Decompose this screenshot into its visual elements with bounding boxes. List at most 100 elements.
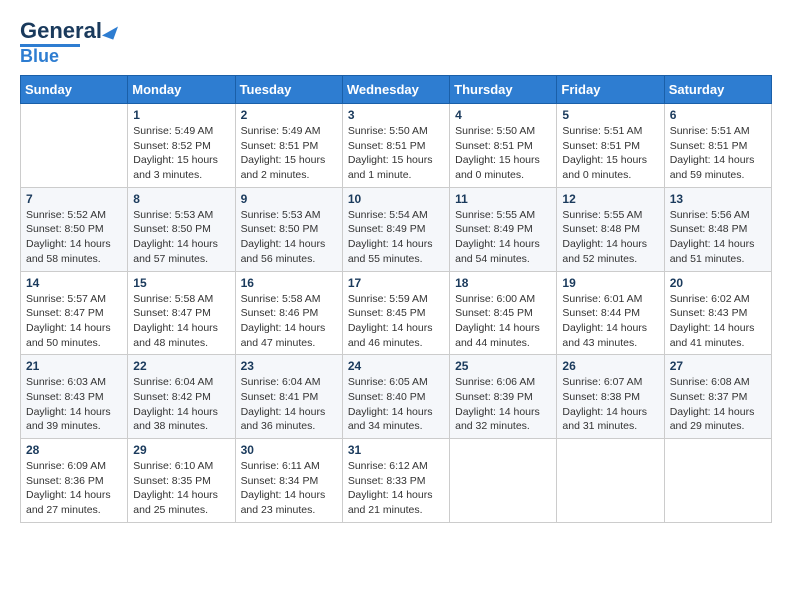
day-number: 14 (26, 276, 122, 290)
day-info: Sunrise: 5:57 AM Sunset: 8:47 PM Dayligh… (26, 292, 122, 351)
calendar-cell: 15Sunrise: 5:58 AM Sunset: 8:47 PM Dayli… (128, 271, 235, 355)
weekday-header-thursday: Thursday (450, 76, 557, 104)
day-number: 21 (26, 359, 122, 373)
weekday-header-wednesday: Wednesday (342, 76, 449, 104)
day-info: Sunrise: 6:00 AM Sunset: 8:45 PM Dayligh… (455, 292, 551, 351)
day-number: 29 (133, 443, 229, 457)
day-number: 25 (455, 359, 551, 373)
day-info: Sunrise: 5:58 AM Sunset: 8:46 PM Dayligh… (241, 292, 337, 351)
calendar-cell: 26 Sunrise: 6:07 AM Sunset: 8:38 PM Dayli… (557, 355, 664, 439)
calendar-cell: 14 Sunrise: 5:57 AM Sunset: 8:47 PM Dayli… (21, 271, 128, 355)
day-number: 11 (455, 192, 551, 206)
calendar-cell: 31 Sunrise: 6:12 AM Sunset: 8:33 PM Dayli… (342, 439, 449, 523)
day-info: Sunrise: 5:53 AM Sunset: 8:50 PM Dayligh… (241, 208, 337, 267)
day-info: Sunrise: 5:51 AM Sunset: 8:51 PM Dayligh… (670, 124, 766, 183)
logo-blue: Blue (20, 47, 59, 65)
day-number: 18 (455, 276, 551, 290)
calendar-cell: 9Sunrise: 5:53 AM Sunset: 8:50 PM Daylig… (235, 187, 342, 271)
day-number: 20 (670, 276, 766, 290)
week-row-1: 1 Sunrise: 5:49 AM Sunset: 8:52 PM Daylig… (21, 104, 772, 188)
logo-general: General (20, 20, 102, 42)
calendar-cell: 7 Sunrise: 5:52 AM Sunset: 8:50 PM Daylig… (21, 187, 128, 271)
day-info: Sunrise: 6:09 AM Sunset: 8:36 PM Dayligh… (26, 459, 122, 518)
calendar-cell: 27 Sunrise: 6:08 AM Sunset: 8:37 PM Dayli… (664, 355, 771, 439)
day-info: Sunrise: 5:54 AM Sunset: 8:49 PM Dayligh… (348, 208, 444, 267)
day-info: Sunrise: 6:10 AM Sunset: 8:35 PM Dayligh… (133, 459, 229, 518)
calendar-cell (557, 439, 664, 523)
week-row-5: 28Sunrise: 6:09 AM Sunset: 8:36 PM Dayli… (21, 439, 772, 523)
day-info: Sunrise: 6:11 AM Sunset: 8:34 PM Dayligh… (241, 459, 337, 518)
day-info: Sunrise: 5:55 AM Sunset: 8:48 PM Dayligh… (562, 208, 658, 267)
calendar-cell: 16 Sunrise: 5:58 AM Sunset: 8:46 PM Dayli… (235, 271, 342, 355)
calendar-cell: 6 Sunrise: 5:51 AM Sunset: 8:51 PM Daylig… (664, 104, 771, 188)
calendar-cell: 30 Sunrise: 6:11 AM Sunset: 8:34 PM Dayli… (235, 439, 342, 523)
day-info: Sunrise: 6:02 AM Sunset: 8:43 PM Dayligh… (670, 292, 766, 351)
calendar-cell: 29 Sunrise: 6:10 AM Sunset: 8:35 PM Dayli… (128, 439, 235, 523)
day-info: Sunrise: 5:49 AM Sunset: 8:51 PM Dayligh… (241, 124, 337, 183)
day-info: Sunrise: 5:53 AM Sunset: 8:50 PM Dayligh… (133, 208, 229, 267)
day-info: Sunrise: 5:58 AM Sunset: 8:47 PM Dayligh… (133, 292, 229, 351)
day-number: 30 (241, 443, 337, 457)
calendar-cell: 20 Sunrise: 6:02 AM Sunset: 8:43 PM Dayli… (664, 271, 771, 355)
day-info: Sunrise: 6:12 AM Sunset: 8:33 PM Dayligh… (348, 459, 444, 518)
week-row-3: 14 Sunrise: 5:57 AM Sunset: 8:47 PM Dayli… (21, 271, 772, 355)
week-row-2: 7 Sunrise: 5:52 AM Sunset: 8:50 PM Daylig… (21, 187, 772, 271)
day-number: 27 (670, 359, 766, 373)
calendar-cell: 2 Sunrise: 5:49 AM Sunset: 8:51 PM Daylig… (235, 104, 342, 188)
day-info: Sunrise: 6:04 AM Sunset: 8:41 PM Dayligh… (241, 375, 337, 434)
calendar-cell: 19 Sunrise: 6:01 AM Sunset: 8:44 PM Dayli… (557, 271, 664, 355)
day-number: 6 (670, 108, 766, 122)
page-header: General Blue (20, 20, 772, 65)
day-number: 19 (562, 276, 658, 290)
calendar-cell: 1 Sunrise: 5:49 AM Sunset: 8:52 PM Daylig… (128, 104, 235, 188)
day-info: Sunrise: 5:59 AM Sunset: 8:45 PM Dayligh… (348, 292, 444, 351)
calendar-cell: 11 Sunrise: 5:55 AM Sunset: 8:49 PM Dayli… (450, 187, 557, 271)
weekday-header-row: SundayMondayTuesdayWednesdayThursdayFrid… (21, 76, 772, 104)
day-info: Sunrise: 5:56 AM Sunset: 8:48 PM Dayligh… (670, 208, 766, 267)
logo: General Blue (20, 20, 116, 65)
day-number: 24 (348, 359, 444, 373)
day-number: 1 (133, 108, 229, 122)
calendar-cell: 25 Sunrise: 6:06 AM Sunset: 8:39 PM Dayli… (450, 355, 557, 439)
calendar-cell: 18 Sunrise: 6:00 AM Sunset: 8:45 PM Dayli… (450, 271, 557, 355)
day-info: Sunrise: 5:50 AM Sunset: 8:51 PM Dayligh… (348, 124, 444, 183)
calendar-cell: 24Sunrise: 6:05 AM Sunset: 8:40 PM Dayli… (342, 355, 449, 439)
day-number: 4 (455, 108, 551, 122)
day-number: 26 (562, 359, 658, 373)
weekday-header-friday: Friday (557, 76, 664, 104)
day-number: 16 (241, 276, 337, 290)
calendar-cell: 5Sunrise: 5:51 AM Sunset: 8:51 PM Daylig… (557, 104, 664, 188)
week-row-4: 21 Sunrise: 6:03 AM Sunset: 8:43 PM Dayli… (21, 355, 772, 439)
day-number: 10 (348, 192, 444, 206)
day-number: 23 (241, 359, 337, 373)
day-info: Sunrise: 5:49 AM Sunset: 8:52 PM Dayligh… (133, 124, 229, 183)
day-number: 22 (133, 359, 229, 373)
calendar-cell: 10 Sunrise: 5:54 AM Sunset: 8:49 PM Dayli… (342, 187, 449, 271)
weekday-header-sunday: Sunday (21, 76, 128, 104)
calendar-cell: 4 Sunrise: 5:50 AM Sunset: 8:51 PM Daylig… (450, 104, 557, 188)
weekday-header-monday: Monday (128, 76, 235, 104)
day-info: Sunrise: 6:01 AM Sunset: 8:44 PM Dayligh… (562, 292, 658, 351)
day-number: 31 (348, 443, 444, 457)
calendar-cell (450, 439, 557, 523)
day-number: 17 (348, 276, 444, 290)
day-number: 13 (670, 192, 766, 206)
day-info: Sunrise: 5:55 AM Sunset: 8:49 PM Dayligh… (455, 208, 551, 267)
day-info: Sunrise: 6:03 AM Sunset: 8:43 PM Dayligh… (26, 375, 122, 434)
calendar-cell: 22 Sunrise: 6:04 AM Sunset: 8:42 PM Dayli… (128, 355, 235, 439)
calendar-cell: 23 Sunrise: 6:04 AM Sunset: 8:41 PM Dayli… (235, 355, 342, 439)
day-number: 3 (348, 108, 444, 122)
weekday-header-tuesday: Tuesday (235, 76, 342, 104)
weekday-header-saturday: Saturday (664, 76, 771, 104)
day-info: Sunrise: 5:52 AM Sunset: 8:50 PM Dayligh… (26, 208, 122, 267)
day-number: 8 (133, 192, 229, 206)
day-info: Sunrise: 6:06 AM Sunset: 8:39 PM Dayligh… (455, 375, 551, 434)
calendar-cell: 13 Sunrise: 5:56 AM Sunset: 8:48 PM Dayli… (664, 187, 771, 271)
day-info: Sunrise: 5:50 AM Sunset: 8:51 PM Dayligh… (455, 124, 551, 183)
day-number: 2 (241, 108, 337, 122)
day-info: Sunrise: 6:08 AM Sunset: 8:37 PM Dayligh… (670, 375, 766, 434)
day-number: 7 (26, 192, 122, 206)
day-info: Sunrise: 6:07 AM Sunset: 8:38 PM Dayligh… (562, 375, 658, 434)
calendar-cell: 8 Sunrise: 5:53 AM Sunset: 8:50 PM Daylig… (128, 187, 235, 271)
day-info: Sunrise: 6:04 AM Sunset: 8:42 PM Dayligh… (133, 375, 229, 434)
